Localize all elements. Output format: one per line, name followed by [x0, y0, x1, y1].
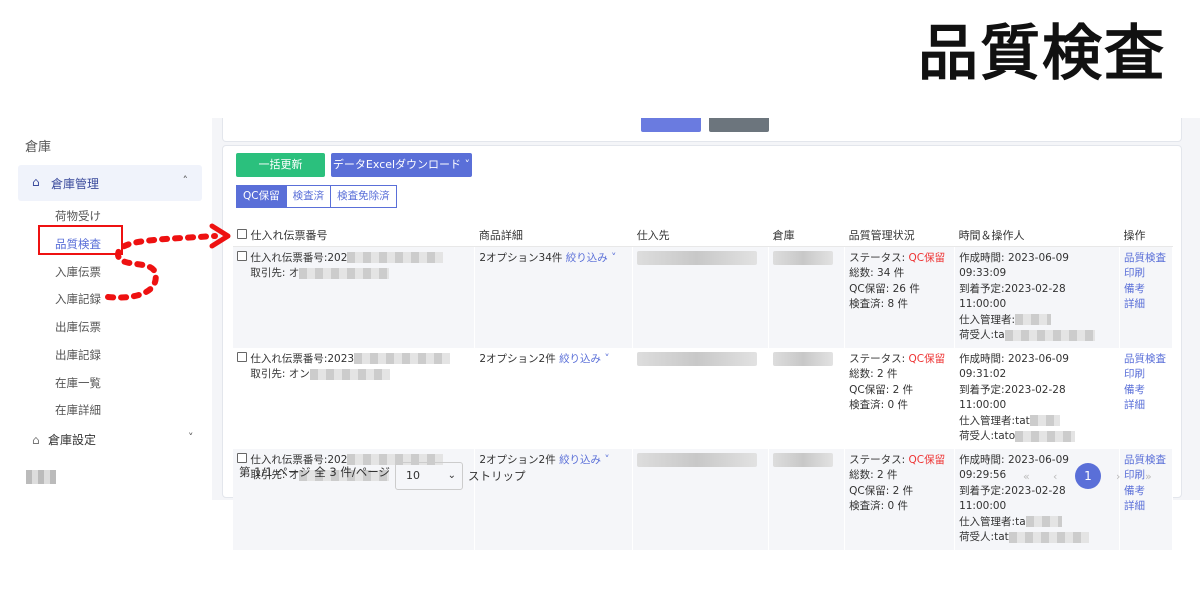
- status-badge: QC保留: [908, 352, 946, 365]
- user-avatar-blurred: [26, 470, 56, 484]
- header-time-operator: 時間＆操作人: [954, 224, 1120, 247]
- product-detail: 2オプション2件: [479, 453, 556, 466]
- table-row: 仕入れ伝票番号:2023 取引先: オン 2オプション2件 絞り込み ˅ ステー…: [233, 347, 1174, 449]
- sidebar-item-outbound-slip[interactable]: 出庫伝票: [55, 319, 101, 335]
- select-all-checkbox[interactable]: [237, 228, 247, 239]
- warehouse-blurred: [773, 250, 834, 265]
- chevron-down-icon: ⌄: [447, 470, 456, 481]
- bulk-update-button[interactable]: 一括更新: [236, 153, 325, 177]
- status-tabs: QC保留 検査済 検査免除済: [236, 185, 397, 208]
- warehouse-blurred: [773, 351, 834, 366]
- search-button[interactable]: [641, 118, 701, 132]
- product-detail: 2オプション34件: [479, 251, 563, 264]
- tab-inspected[interactable]: 検査済: [286, 185, 332, 208]
- table-row: 仕入れ伝票番号:202 取引先: オ 2オプション34件 絞り込み ˅ ステータ…: [233, 246, 1174, 348]
- row-checkbox[interactable]: [237, 250, 247, 261]
- supplier-blurred: [637, 452, 758, 467]
- status-badge: QC保留: [908, 251, 946, 264]
- detail-link[interactable]: 詳細: [1124, 499, 1168, 515]
- next-page-button[interactable]: ›: [1116, 470, 1120, 483]
- inspect-link[interactable]: 品質検査: [1124, 352, 1168, 368]
- supplier-ref: 取引先: オン: [250, 368, 310, 380]
- header-product-detail: 商品詳細: [474, 224, 633, 247]
- row-checkbox[interactable]: [237, 452, 247, 463]
- inspection-table: 仕入れ伝票番号 商品詳細 仕入先 倉庫 品質管理状況 時間＆操作人 操作 仕入れ…: [233, 224, 1174, 550]
- chevron-down-icon: ˅: [188, 431, 194, 444]
- warehouse-blurred: [773, 452, 834, 467]
- pagination-summary: 第 1/1 ページ 全 3 件/ページ: [239, 465, 391, 479]
- note-link[interactable]: 備考: [1124, 282, 1168, 298]
- inspect-link[interactable]: 品質検査: [1124, 251, 1168, 267]
- note-link[interactable]: 備考: [1124, 484, 1168, 500]
- sidebar-item-inventory-list[interactable]: 在庫一覧: [55, 375, 101, 391]
- slip-number: 仕入れ伝票番号:2023: [250, 352, 355, 365]
- sidebar-item-inventory-detail[interactable]: 在庫詳細: [55, 402, 101, 418]
- current-page-button[interactable]: 1: [1075, 463, 1101, 489]
- print-link[interactable]: 印刷: [1124, 367, 1168, 383]
- main-panel: 一括更新 データExcelダウンロード ˅ QC保留 検査済 検査免除済 仕入れ…: [222, 145, 1182, 550]
- header-qc-status: 品質管理状況: [844, 224, 955, 247]
- detail-link[interactable]: 詳細: [1124, 297, 1168, 313]
- strip-label: ストリップ: [468, 469, 526, 483]
- supplier-blurred: [637, 351, 758, 366]
- note-link[interactable]: 備考: [1124, 383, 1168, 399]
- tab-exempted[interactable]: 検査免除済: [331, 185, 397, 208]
- header-actions: 操作: [1119, 224, 1173, 247]
- print-link[interactable]: 印刷: [1124, 266, 1168, 282]
- header-warehouse: 倉庫: [768, 224, 845, 247]
- first-page-button[interactable]: «: [1023, 470, 1030, 483]
- sidebar-item-receiving[interactable]: 荷物受け: [55, 208, 101, 224]
- sidebar-group-warehouse-management[interactable]: ⌂ 倉庫管理 ˄: [18, 165, 202, 201]
- filter-link[interactable]: 絞り込み ˅: [559, 454, 610, 466]
- supplier-ref: 取引先: オ: [250, 267, 300, 279]
- sidebar-group-warehouse-settings[interactable]: ⌂ 倉庫設定: [32, 431, 96, 448]
- header-slip-no: 仕入れ伝票番号: [233, 224, 475, 247]
- header-supplier: 仕入先: [632, 224, 769, 247]
- sidebar-item-inbound-record[interactable]: 入庫記録: [55, 291, 101, 307]
- sidebar-item-outbound-record[interactable]: 出庫記録: [55, 347, 101, 363]
- warehouse-icon: ⌂: [32, 175, 40, 189]
- last-page-button[interactable]: »: [1145, 470, 1152, 483]
- reset-button[interactable]: [709, 118, 769, 132]
- chevron-up-icon: ˄: [182, 174, 189, 187]
- highlight-box: [38, 225, 123, 255]
- filter-link[interactable]: 絞り込み ˅: [559, 353, 610, 365]
- excel-download-button[interactable]: データExcelダウンロード ˅: [331, 153, 472, 177]
- product-detail: 2オプション2件: [479, 352, 556, 365]
- prev-page-button[interactable]: ‹: [1053, 470, 1057, 483]
- warehouse-settings-icon: ⌂: [32, 433, 40, 447]
- search-panel: [222, 118, 1182, 142]
- tab-qc-hold[interactable]: QC保留: [236, 185, 287, 208]
- sidebar-header: 倉庫: [25, 140, 52, 155]
- inspect-link[interactable]: 品質検査: [1124, 453, 1168, 469]
- filter-link[interactable]: 絞り込み ˅: [566, 252, 617, 264]
- page-title: 品質検査: [918, 19, 1166, 89]
- supplier-blurred: [637, 250, 758, 265]
- page-size-select[interactable]: 10 ⌄: [395, 462, 463, 490]
- sidebar-item-inbound-slip[interactable]: 入庫伝票: [55, 264, 101, 280]
- row-checkbox[interactable]: [237, 351, 247, 362]
- sidebar-group-label: 倉庫管理: [51, 177, 100, 191]
- slip-number: 仕入れ伝票番号:202: [250, 251, 348, 264]
- detail-link[interactable]: 詳細: [1124, 398, 1168, 414]
- status-badge: QC保留: [908, 453, 946, 466]
- sidebar-group-settings-label: 倉庫設定: [48, 433, 97, 447]
